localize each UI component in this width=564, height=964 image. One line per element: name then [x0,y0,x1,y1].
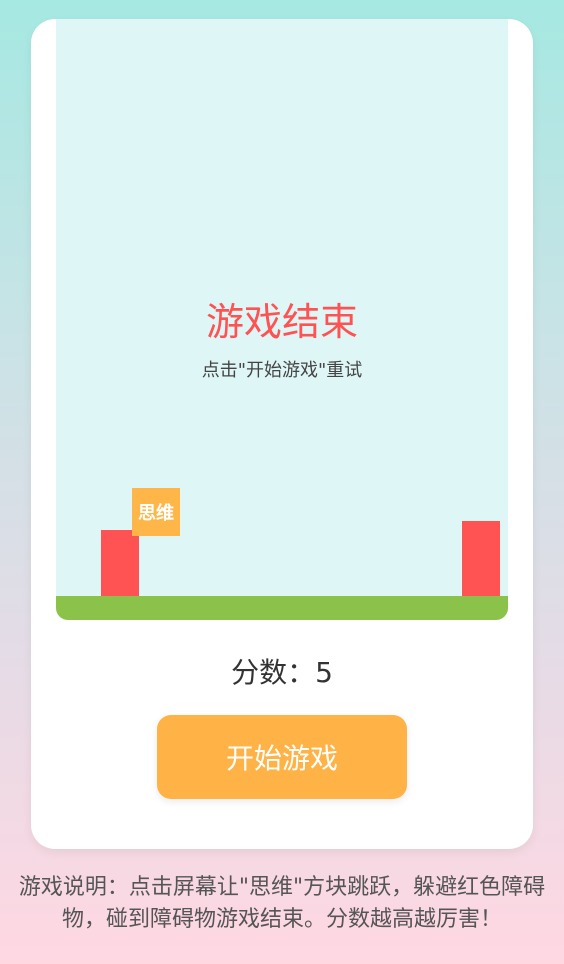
start-game-button[interactable]: 开始游戏 [157,715,407,799]
game-instructions: 游戏说明：点击屏幕让"思维"方块跳跃，躲避红色障碍物，碰到障碍物游戏结束。分数越… [18,875,546,932]
obstacle-left [101,530,139,596]
game-over-title: 游戏结束 [205,300,358,344]
start-game-label: 开始游戏 [225,742,338,775]
game-canvas[interactable]: 游戏结束 点击"开始游戏"重试 思维 [56,19,508,620]
obstacle-right [462,521,500,596]
player-label: 思维 [138,503,174,524]
restart-hint: 点击"开始游戏"重试 [201,360,363,381]
game-card: 游戏结束 点击"开始游戏"重试 思维 分数：5 开始游戏 [31,19,533,849]
score-display: 分数：5 [231,656,333,689]
ground [56,596,508,620]
player-block: 思维 [132,488,180,536]
